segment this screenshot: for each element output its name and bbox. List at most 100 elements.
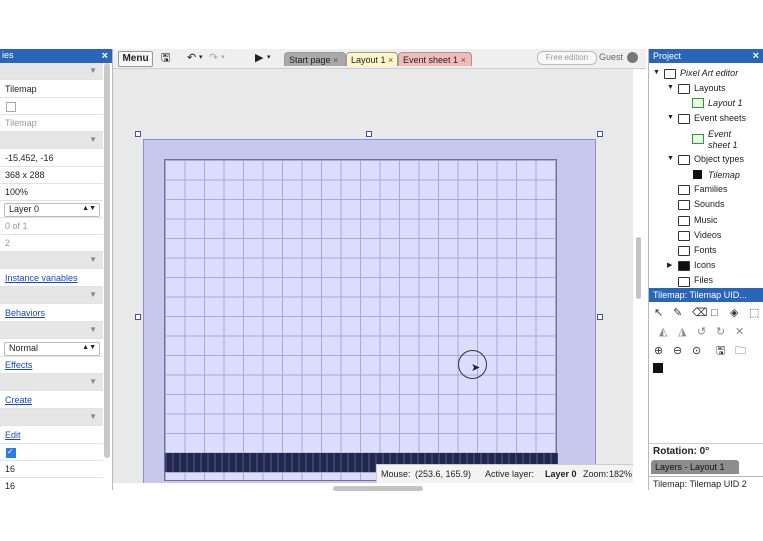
guest-label[interactable]: Guest bbox=[599, 52, 623, 62]
undo-dropdown-icon[interactable]: ▾ bbox=[199, 51, 203, 65]
effects-link[interactable]: Effects bbox=[5, 360, 32, 370]
rotate-cw-icon[interactable]: ↻ bbox=[716, 326, 725, 338]
prop-effects[interactable]: Effects bbox=[0, 357, 103, 374]
global-checkbox[interactable] bbox=[6, 102, 16, 112]
section-header[interactable]: ▼ bbox=[0, 252, 103, 269]
resize-handle[interactable] bbox=[135, 131, 141, 137]
tile-swatch[interactable] bbox=[653, 363, 663, 373]
section-header[interactable]: ▼ bbox=[0, 322, 103, 339]
prop-tile-height[interactable]: 16 bbox=[0, 478, 103, 490]
layers-tab[interactable]: Layers - Layout 1 bbox=[651, 460, 739, 474]
close-icon[interactable]: × bbox=[753, 49, 759, 63]
save-icon[interactable]: 🖫 bbox=[161, 51, 170, 65]
rectangle-tool-icon[interactable]: □ bbox=[711, 307, 718, 319]
collapse-icon[interactable]: ▼ bbox=[667, 84, 674, 91]
prop-instance-variables[interactable]: Instance variables bbox=[0, 270, 103, 287]
resize-handle[interactable] bbox=[366, 131, 372, 137]
tree-layouts[interactable]: Layouts bbox=[694, 83, 726, 93]
resize-handle[interactable] bbox=[135, 314, 141, 320]
zoom-out-icon[interactable]: ⊖ bbox=[673, 345, 682, 357]
vertical-scrollbar[interactable] bbox=[636, 237, 641, 299]
resize-handle[interactable] bbox=[597, 314, 603, 320]
prop-position[interactable]: -15.452, -16 bbox=[0, 150, 103, 167]
edit-link[interactable]: Edit bbox=[5, 430, 21, 440]
prop-tilemap-edit[interactable]: Edit bbox=[0, 427, 103, 444]
prop-global[interactable] bbox=[0, 98, 103, 115]
tree-layout-1[interactable]: Layout 1 bbox=[708, 98, 743, 108]
section-header[interactable]: ▼ bbox=[0, 132, 103, 149]
tree-event-sheets[interactable]: Event sheets bbox=[694, 113, 746, 123]
layout-view[interactable]: ➤ Mouse: (253.6, 165.9) Active layer: La… bbox=[113, 69, 633, 483]
tree-files[interactable]: Files bbox=[694, 275, 713, 285]
reset-icon[interactable]: ✕ bbox=[735, 326, 744, 338]
tree-sounds[interactable]: Sounds bbox=[694, 199, 725, 209]
tree-event-sheet-1-line2[interactable]: sheet 1 bbox=[708, 140, 738, 150]
blend-mode-select[interactable]: Normal ▲▼ bbox=[4, 342, 100, 356]
fill-tool-icon[interactable]: ◈ bbox=[730, 307, 738, 319]
open-folder-icon[interactable]: 🗀 bbox=[735, 345, 746, 357]
play-icon[interactable]: ▶ bbox=[255, 51, 263, 65]
user-avatar-icon[interactable] bbox=[627, 52, 638, 63]
properties-scrollbar[interactable] bbox=[104, 63, 110, 458]
visible-checkbox[interactable] bbox=[6, 447, 16, 458]
tab-close-icon[interactable]: × bbox=[333, 55, 338, 65]
pencil-tool-icon[interactable]: ✎ bbox=[673, 307, 682, 319]
tab-layout-1[interactable]: Layout 1 × bbox=[346, 52, 398, 66]
tilemap-object[interactable] bbox=[164, 159, 558, 481]
tab-close-icon[interactable]: × bbox=[461, 55, 466, 65]
create-link[interactable]: Create bbox=[5, 395, 32, 405]
tab-close-icon[interactable]: × bbox=[388, 55, 393, 65]
pointer-tool-icon[interactable]: ↖ bbox=[654, 307, 663, 319]
prop-layer[interactable]: Layer 0 ▲▼ bbox=[0, 201, 103, 218]
close-icon[interactable]: × bbox=[102, 49, 108, 63]
selection-tool-icon[interactable]: ⬚ bbox=[749, 307, 759, 319]
section-header[interactable]: ▼ bbox=[0, 374, 103, 391]
tree-root[interactable]: Pixel Art editor bbox=[680, 68, 738, 78]
section-header[interactable]: ▼ bbox=[0, 63, 103, 80]
layer-select[interactable]: Layer 0 ▲▼ bbox=[4, 203, 100, 217]
prop-blend-mode[interactable]: Normal ▲▼ bbox=[0, 340, 103, 357]
play-dropdown-icon[interactable]: ▾ bbox=[267, 51, 271, 65]
prop-tile-width[interactable]: 16 bbox=[0, 461, 103, 478]
tree-tilemap[interactable]: Tilemap bbox=[708, 170, 740, 180]
prop-container[interactable]: Create bbox=[0, 392, 103, 409]
zoom-reset-icon[interactable]: ⊙ bbox=[692, 345, 701, 357]
collapse-icon[interactable]: ▼ bbox=[653, 69, 660, 76]
prop-name[interactable]: Tilemap bbox=[0, 81, 103, 98]
prop-behaviors[interactable]: Behaviors bbox=[0, 305, 103, 322]
tilemap-tab[interactable]: Tilemap: Tilemap UID 2 bbox=[649, 476, 763, 490]
section-header[interactable]: ▼ bbox=[0, 409, 103, 426]
tree-event-sheet-1-line1[interactable]: Event bbox=[708, 129, 731, 139]
section-header[interactable]: ▼ bbox=[0, 287, 103, 304]
zoom-in-icon[interactable]: ⊕ bbox=[654, 345, 663, 357]
collapse-icon[interactable]: ▼ bbox=[667, 114, 674, 121]
flip-icon[interactable]: ◮ bbox=[678, 326, 686, 338]
redo-icon[interactable]: ↷ bbox=[209, 51, 218, 65]
tree-families[interactable]: Families bbox=[694, 184, 728, 194]
tab-event-sheet-1[interactable]: Event sheet 1 × bbox=[398, 52, 472, 66]
tree-object-types[interactable]: Object types bbox=[694, 154, 744, 164]
prop-initially-visible[interactable] bbox=[0, 444, 103, 461]
redo-dropdown-icon[interactable]: ▾ bbox=[221, 51, 225, 65]
free-edition-badge[interactable]: Free edition bbox=[537, 51, 597, 65]
behaviors-link[interactable]: Behaviors bbox=[5, 308, 45, 318]
menu-button[interactable]: Menu bbox=[118, 51, 153, 67]
tree-fonts[interactable]: Fonts bbox=[694, 245, 717, 255]
mirror-icon[interactable]: ◭ bbox=[659, 326, 667, 338]
resize-handle[interactable] bbox=[597, 131, 603, 137]
tree-videos[interactable]: Videos bbox=[694, 230, 721, 240]
save-icon[interactable]: 🖫 bbox=[716, 345, 725, 357]
prop-opacity[interactable]: 100% bbox=[0, 184, 103, 201]
collapse-icon[interactable]: ▼ bbox=[667, 155, 674, 162]
rotate-ccw-icon[interactable]: ↺ bbox=[697, 326, 706, 338]
tree-music[interactable]: Music bbox=[694, 215, 718, 225]
instance-variables-link[interactable]: Instance variables bbox=[5, 273, 78, 283]
tree-icons[interactable]: Icons bbox=[694, 260, 716, 270]
layout-area[interactable] bbox=[143, 139, 596, 483]
prop-size[interactable]: 368 x 288 bbox=[0, 167, 103, 184]
eraser-tool-icon[interactable]: ⌫ bbox=[692, 307, 708, 319]
expand-icon[interactable]: ▶ bbox=[667, 261, 672, 269]
horizontal-scrollbar[interactable] bbox=[333, 486, 423, 491]
undo-icon[interactable]: ↶ bbox=[187, 51, 196, 65]
tab-start-page[interactable]: Start page × bbox=[284, 52, 346, 66]
